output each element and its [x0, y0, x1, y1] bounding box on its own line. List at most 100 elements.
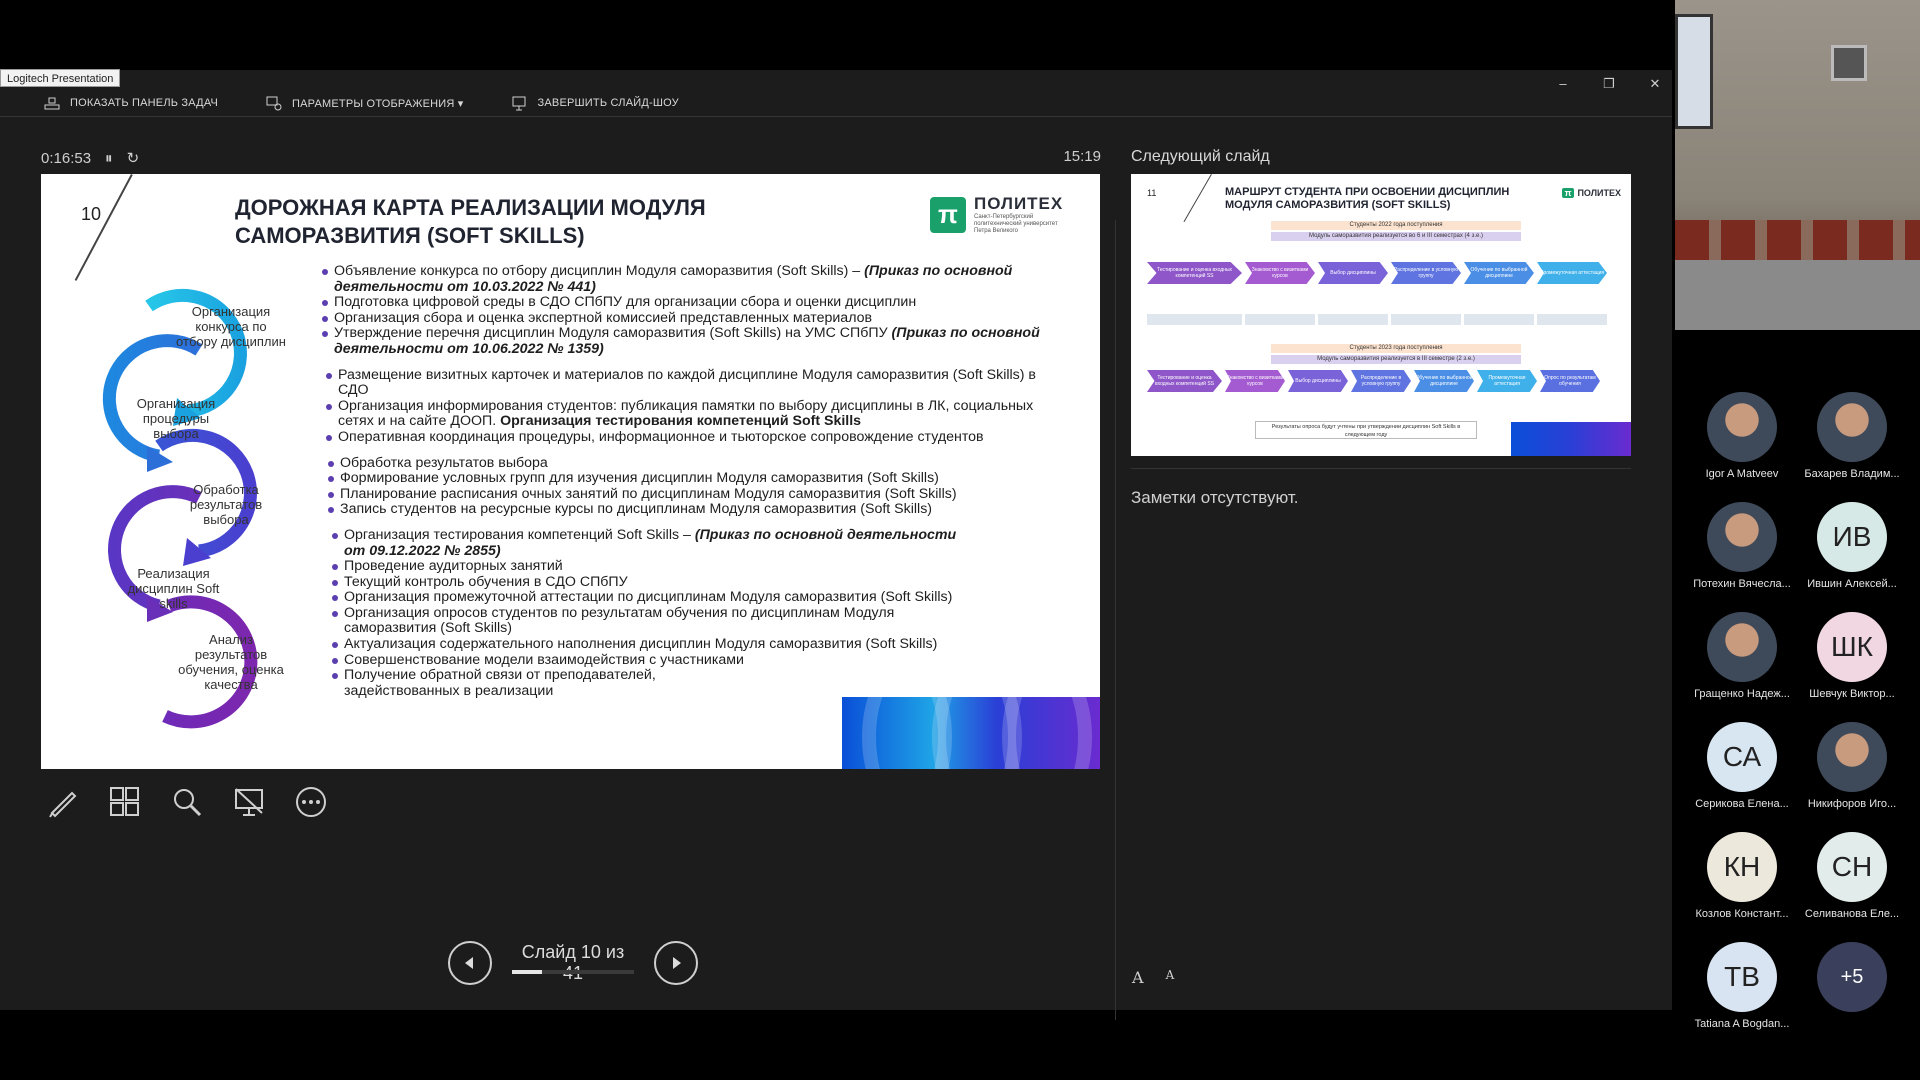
bullet: Запись студентов на ресурсные курсы по д…: [327, 502, 1066, 518]
route-step: Распределение в условную группу: [1351, 370, 1411, 392]
participant-name: Серикова Елена...: [1695, 798, 1789, 810]
participant-tile[interactable]: ИВ Ившин Алексей...: [1792, 498, 1912, 598]
participant-name: Никифоров Иго...: [1807, 798, 1897, 810]
increase-font-button[interactable]: A: [1132, 968, 1144, 987]
participant-avatar: ИВ: [1817, 502, 1887, 572]
panel-divider: [1115, 220, 1116, 1020]
zoom-button[interactable]: [168, 783, 206, 821]
cycle-label-3: Обработка результатов выбора: [189, 482, 263, 527]
route-step: Знакомство с визитками курсов: [1245, 262, 1315, 284]
slide-navigation: Слайд 10 из 41: [448, 941, 698, 985]
screen-off-icon: [235, 788, 263, 816]
restore-button[interactable]: ❐: [1600, 76, 1618, 92]
bullet: Оперативная координация процедуры, инфор…: [325, 429, 1066, 446]
pen-tool-button[interactable]: [44, 783, 82, 821]
end-slideshow-label: ЗАВЕРШИТЬ СЛАЙД-ШОУ: [537, 97, 679, 109]
grid-icon: [110, 787, 139, 816]
current-slide[interactable]: 10 ДОРОЖНАЯ КАРТА РЕАЛИЗАЦИИ МОДУЛЯ САМО…: [41, 174, 1100, 769]
show-taskbar-label: ПОКАЗАТЬ ПАНЕЛЬ ЗАДАЧ: [70, 97, 219, 109]
participant-tile[interactable]: Igor A Matveev: [1682, 388, 1802, 488]
polytech-logo: π ПОЛИТЕХ Санкт-Петербургский политехнич…: [930, 194, 1070, 235]
participant-avatar: КН: [1707, 832, 1777, 902]
logo-name: ПОЛИТЕХ: [974, 194, 1064, 213]
participant-tile[interactable]: Гращенко Надеж...: [1682, 608, 1802, 708]
show-taskbar-button[interactable]: ПОКАЗАТЬ ПАНЕЛЬ ЗАДАЧ: [44, 95, 218, 111]
participant-avatar: ШК: [1817, 612, 1887, 682]
bullet-group-4: Организация тестирования компетенций Sof…: [321, 527, 981, 700]
participant-avatar: СА: [1707, 722, 1777, 792]
window-controls: – ❐ ✕: [1554, 76, 1664, 92]
participant-avatar: ТВ: [1707, 942, 1777, 1012]
participant-tile[interactable]: СА Серикова Елена...: [1682, 718, 1802, 818]
elapsed-time: 0:16:53: [41, 149, 92, 167]
display-settings-button[interactable]: ПАРАМЕТРЫ ОТОБРАЖЕНИЯ ▾: [266, 95, 464, 111]
route-step: Тестирование и оценка входных компетенци…: [1147, 370, 1222, 392]
pen-icon: [49, 791, 77, 818]
camera-feed: [1675, 0, 1920, 330]
participant-avatar: СН: [1817, 832, 1887, 902]
black-screen-button[interactable]: [230, 783, 268, 821]
bullet: Размещение визитных карточек и материало…: [325, 367, 1066, 399]
pause-timer-button[interactable]: ⏸: [105, 150, 113, 167]
presenter-tools: [44, 783, 330, 821]
slide-diagonal-line: [74, 174, 133, 281]
participant-tile[interactable]: Никифоров Иго...: [1792, 718, 1912, 818]
bullet: Формирование условных групп для изучения…: [327, 471, 1066, 487]
reset-timer-button[interactable]: ↻: [127, 149, 140, 167]
decrease-font-button[interactable]: A: [1166, 968, 1175, 987]
bullet-group-3: Обработка результатов выбора Формировани…: [321, 455, 1066, 518]
display-settings-label: ПАРАМЕТРЫ ОТОБРАЖЕНИЯ ▾: [292, 97, 464, 110]
participant-tile[interactable]: КН Козлов Констант...: [1682, 828, 1802, 928]
participant-tile[interactable]: ШК Шевчук Виктор...: [1792, 608, 1912, 708]
bullet: Совершенствование модели взаимодействия …: [331, 652, 981, 669]
route-cell: [1245, 314, 1315, 325]
bullet: Проведение аудиторных занятий: [331, 558, 981, 575]
route-bar-2023: Студенты 2023 года поступления: [1271, 344, 1521, 353]
more-options-button[interactable]: [292, 783, 330, 821]
participant-photo: [1707, 502, 1777, 572]
route-step: Промежуточная аттестация: [1477, 370, 1537, 392]
bullet: Актуализация содержательного наполнения …: [331, 636, 981, 653]
bullet: Получение обратной связи от преподавател…: [331, 667, 691, 699]
slide-counter: Слайд 10 из 41: [512, 942, 634, 984]
route-step: Выбор дисциплины: [1288, 370, 1348, 392]
route-bar-2022-sub: Модуль саморазвития реализуется во 6 и I…: [1271, 232, 1521, 241]
participant-tile[interactable]: Бахарев Владим...: [1792, 388, 1912, 488]
participant-name: Бахарев Владим...: [1804, 468, 1900, 480]
participant-tile[interactable]: +5: [1792, 938, 1912, 1038]
bullet: Текущий контроль обучения в СДО СПбПУ: [331, 574, 981, 591]
slide-bullets: Объявление конкурса по отбору дисциплин …: [321, 263, 1066, 709]
speaker-notes: Заметки отсутствуют.: [1131, 488, 1299, 507]
slide-number: 10: [81, 204, 102, 224]
minimize-button[interactable]: –: [1554, 76, 1572, 92]
previous-slide-button[interactable]: [448, 941, 492, 985]
route-step: Знакомство с визитками курсов: [1225, 370, 1285, 392]
camera-room-door: [1831, 45, 1867, 81]
bullet: Планирование расписания очных занятий по…: [327, 486, 1066, 503]
arrow-left-icon: [465, 957, 473, 969]
taskbar-icon: [44, 97, 60, 110]
route-step: Распределение в условную группу: [1391, 262, 1461, 284]
route-cell: [1147, 314, 1242, 325]
next-slide-button[interactable]: [654, 941, 698, 985]
participant-avatar: +5: [1817, 942, 1887, 1012]
route-cell: [1318, 314, 1388, 325]
end-slideshow-button[interactable]: ЗАВЕРШИТЬ СЛАЙД-ШОУ: [512, 95, 679, 111]
participant-tile[interactable]: Потехин Вячесла...: [1682, 498, 1802, 598]
participant-tile[interactable]: СН Селиванова Еле...: [1792, 828, 1912, 928]
camera-room-floor: [1675, 260, 1920, 330]
slide-progress-fill: [512, 970, 542, 974]
more-icon: [296, 787, 326, 817]
presenter-toolbar: ПОКАЗАТЬ ПАНЕЛЬ ЗАДАЧ ПАРАМЕТРЫ ОТОБРАЖЕ…: [0, 88, 1672, 118]
route-step: Промежуточная аттестация: [1537, 262, 1607, 284]
end-show-icon: [512, 96, 526, 111]
next-slide-preview[interactable]: 11 МАРШРУТ СТУДЕНТА ПРИ ОСВОЕНИИ ДИСЦИПЛ…: [1131, 174, 1631, 456]
bullet: Утверждение перечня дисциплин Модуля сам…: [321, 326, 1066, 357]
close-button[interactable]: ✕: [1646, 76, 1664, 92]
route-step: Опрос по результатам обучения: [1540, 370, 1600, 392]
see-all-slides-button[interactable]: [106, 783, 144, 821]
participant-tile[interactable]: ТВ Tatiana A Bogdan...: [1682, 938, 1802, 1038]
participant-photo: [1817, 392, 1887, 462]
cycle-label-5: Анализ результатов обучения, оценка каче…: [178, 632, 284, 692]
app-badge: Logitech Presentation: [0, 69, 121, 87]
